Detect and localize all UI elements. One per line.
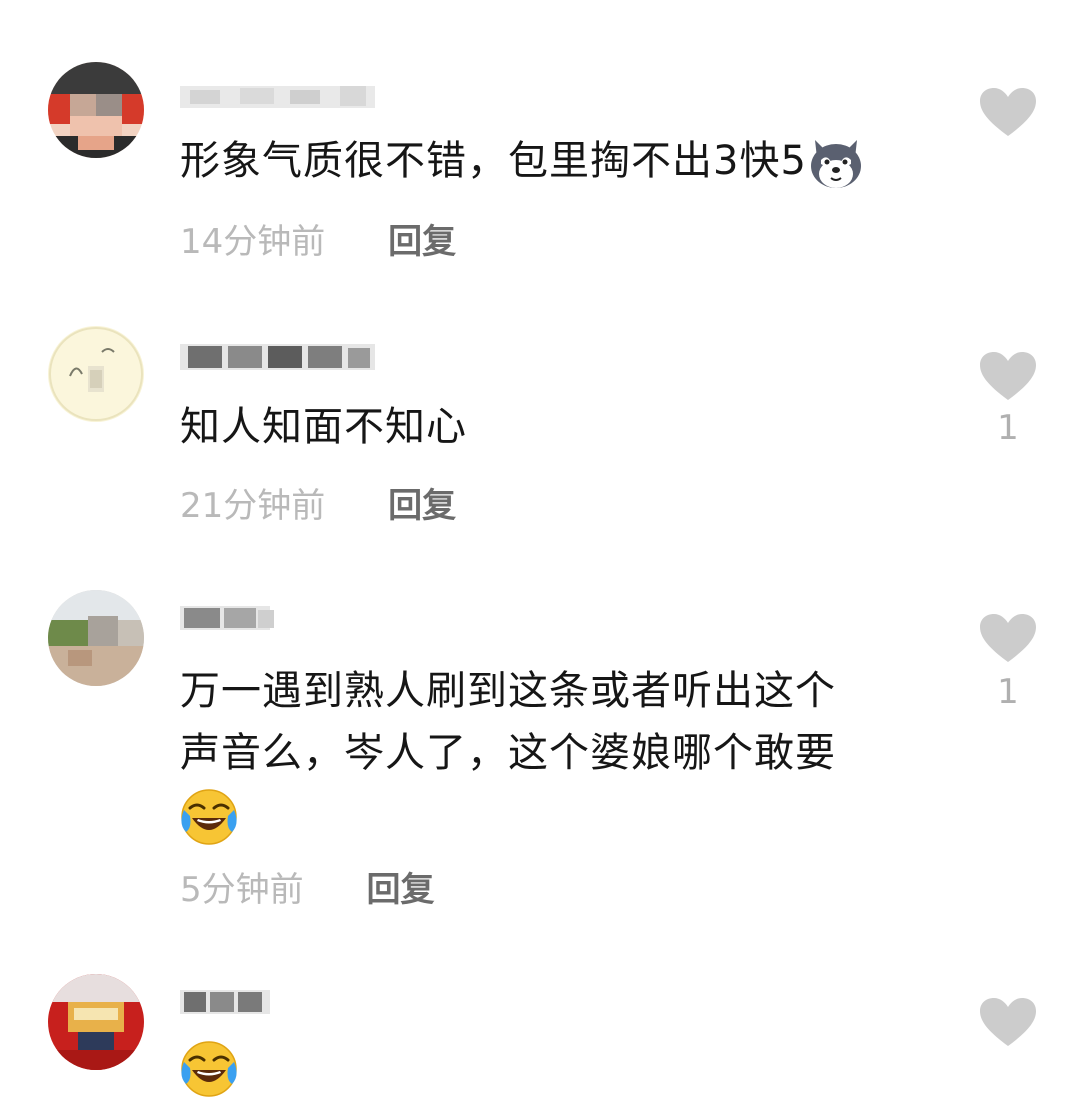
username[interactable] — [180, 340, 375, 374]
heart-icon — [978, 86, 1038, 138]
comment-text: 形象气质很不错，包里掏不出3快5 — [180, 130, 940, 192]
like-button[interactable] — [978, 350, 1038, 402]
blurred-username-mosaic — [180, 86, 375, 108]
comment-text: 知人知面不知心 — [180, 404, 467, 450]
username[interactable] — [180, 600, 375, 634]
blurred-username-mosaic — [180, 606, 274, 630]
heart-icon — [978, 612, 1038, 664]
comment-text — [180, 1036, 940, 1098]
blurred-username-mosaic — [180, 344, 375, 370]
avatar[interactable] — [48, 590, 144, 686]
username[interactable] — [180, 984, 375, 1018]
comment-meta: 14分钟前 回复 — [180, 222, 456, 262]
comment-meta: 21分钟前 回复 — [180, 486, 456, 526]
laughing-crying-emoji-icon — [180, 788, 238, 846]
avatar[interactable] — [48, 974, 144, 1070]
comment-meta: 5分钟前 回复 — [180, 870, 434, 910]
husky-dog-emoji-icon — [807, 134, 865, 192]
blurred-avatar-icon — [48, 326, 144, 422]
heart-icon — [978, 350, 1038, 402]
like-button[interactable] — [978, 996, 1038, 1048]
reply-button[interactable]: 回复 — [388, 486, 456, 526]
blurred-avatar-icon — [48, 974, 144, 1070]
reply-button[interactable]: 回复 — [366, 870, 434, 910]
laughing-crying-emoji-icon — [180, 1040, 238, 1098]
like-count: 1 — [997, 408, 1019, 448]
like-button[interactable] — [978, 612, 1038, 664]
like-button[interactable] — [978, 86, 1038, 138]
reply-button[interactable]: 回复 — [388, 222, 456, 262]
comment-time: 21分钟前 — [180, 486, 326, 526]
blurred-avatar-icon — [48, 590, 144, 686]
comment-text: 万一遇到熟人刷到这条或者听出这个 声音么，岑人了，这个婆娘哪个敢要 — [180, 660, 940, 846]
blurred-avatar-icon — [48, 62, 144, 158]
heart-icon — [978, 996, 1038, 1048]
like-count: 1 — [997, 672, 1019, 712]
avatar[interactable] — [48, 326, 144, 422]
username[interactable] — [180, 80, 375, 114]
avatar[interactable] — [48, 62, 144, 158]
comment-time: 14分钟前 — [180, 222, 326, 262]
blurred-username-mosaic — [180, 990, 270, 1014]
comment-time: 5分钟前 — [180, 870, 304, 910]
